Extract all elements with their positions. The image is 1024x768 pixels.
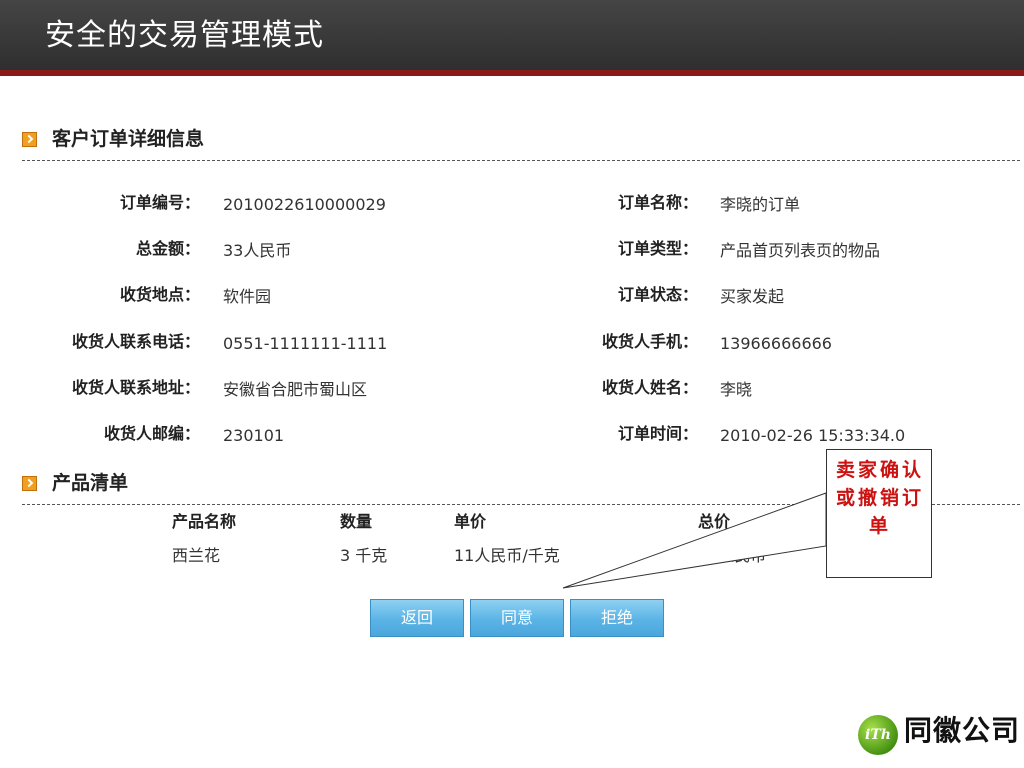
reject-button[interactable]: 拒绝 <box>570 599 664 637</box>
receiver-postcode-value: 230101 <box>223 426 285 445</box>
page-title: 安全的交易管理模式 <box>45 18 324 53</box>
receiver-mobile-value: 13966666666 <box>720 334 832 353</box>
order-number-label: 订单编号： <box>119 193 200 212</box>
logo-name: 同徽公司 <box>904 714 1021 747</box>
callout-box: 卖家确认或撤销订单 <box>826 449 932 578</box>
column-header-product-name: 产品名称 <box>172 512 237 531</box>
back-button[interactable]: 返回 <box>370 599 464 637</box>
total-amount-label: 总金额： <box>135 239 200 258</box>
column-header-quantity: 数量 <box>340 512 373 531</box>
order-number-value: 2010022610000029 <box>223 195 386 214</box>
order-name-value: 李晓的订单 <box>720 195 801 214</box>
cell-quantity: 3 千克 <box>340 546 388 565</box>
agree-button[interactable]: 同意 <box>470 599 564 637</box>
receiver-address-value: 安徽省合肥市蜀山区 <box>223 380 368 399</box>
delivery-place-label: 收货地点： <box>119 285 200 304</box>
column-header-total-price: 总价 <box>698 512 731 531</box>
receiver-mobile-label: 收货人手机： <box>601 332 698 351</box>
company-logo: iTh 同徽公司 <box>858 702 1020 760</box>
product-section-title: 产品清单 <box>52 472 129 494</box>
column-header-unit-price: 单价 <box>454 512 487 531</box>
receiver-phone-label: 收货人联系电话： <box>71 332 200 351</box>
order-section-header: 客户订单详细信息 <box>22 126 204 152</box>
cell-total-price: 33人民币 <box>698 546 767 565</box>
receiver-address-label: 收货人联系地址： <box>71 378 200 397</box>
callout-text: 卖家确认或撤销订单 <box>835 459 924 537</box>
order-name-label: 订单名称： <box>617 193 698 212</box>
order-status-value: 买家发起 <box>720 287 785 306</box>
section-bullet-icon <box>22 475 37 491</box>
order-section-divider <box>22 160 1020 161</box>
logo-mark-icon: iTh <box>858 715 898 755</box>
order-section-title: 客户订单详细信息 <box>52 128 205 150</box>
order-type-label: 订单类型： <box>617 239 698 258</box>
title-bar: 安全的交易管理模式 <box>0 0 1024 70</box>
order-type-value: 产品首页列表页的物品 <box>720 241 881 260</box>
total-amount-value: 33人民币 <box>223 241 292 260</box>
product-section-header: 产品清单 <box>22 470 128 496</box>
cell-product-name: 西兰花 <box>172 546 221 565</box>
delivery-place-value: 软件园 <box>223 287 272 306</box>
order-time-value: 2010-02-26 15:33:34.0 <box>720 426 906 445</box>
receiver-postcode-label: 收货人邮编： <box>103 424 200 443</box>
receiver-name-value: 李晓 <box>720 380 753 399</box>
section-bullet-icon <box>22 131 37 147</box>
order-status-label: 订单状态： <box>617 285 698 304</box>
receiver-phone-value: 0551-1111111-1111 <box>223 334 388 353</box>
receiver-name-label: 收货人姓名： <box>601 378 698 397</box>
cell-unit-price: 11人民币/千克 <box>454 546 560 565</box>
order-time-label: 订单时间： <box>617 424 698 443</box>
title-accent-stripe <box>0 70 1024 76</box>
